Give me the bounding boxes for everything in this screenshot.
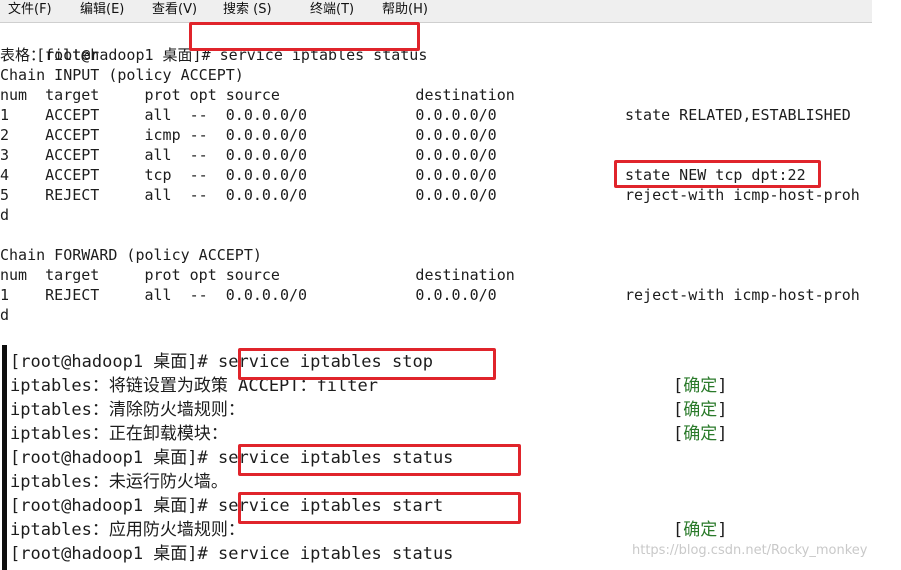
forward-row-1-extra: reject-with icmp-host-proh	[625, 286, 860, 304]
ok-status: [确定]	[673, 424, 728, 444]
shell-prompt: [root@hadoop1 桌面]#	[10, 352, 208, 372]
menu-terminal[interactable]: 终端(T)	[310, 2, 354, 18]
forward-row-1: 1 REJECT all -- 0.0.0.0/0 0.0.0.0/0	[0, 286, 497, 304]
ok-status: [确定]	[673, 520, 728, 540]
highlight-status-command	[189, 22, 420, 51]
menu-search[interactable]: 搜索 (S)	[223, 2, 272, 18]
highlight-status-command-2	[238, 444, 521, 476]
table-line: 表格：filter	[0, 46, 100, 64]
menu-bar: 文件(F) 编辑(E) 查看(V) 搜索 (S) 终端(T) 帮助(H)	[0, 0, 872, 23]
rule-row-5: 5 REJECT all -- 0.0.0.0/0 0.0.0.0/0	[0, 186, 497, 204]
rule-row-1: 1 ACCEPT all -- 0.0.0.0/0 0.0.0.0/0	[0, 106, 497, 124]
highlight-start-command	[238, 492, 521, 524]
wrap-line: d	[0, 206, 10, 224]
output-line: iptables：正在卸载模块：	[10, 424, 228, 444]
output-line: iptables：清除防火墙规则：	[10, 400, 245, 420]
command-text: service iptables status	[218, 544, 454, 564]
highlight-stop-command	[238, 348, 496, 380]
table-header: num target prot opt source destination	[0, 86, 515, 104]
menu-help[interactable]: 帮助(H)	[382, 2, 428, 18]
rule-row-4: 4 ACCEPT tcp -- 0.0.0.0/0 0.0.0.0/0	[0, 166, 497, 184]
prompt-line: [root@hadoop1 桌面]# service iptables stat…	[10, 542, 453, 566]
ok-status: [确定]	[673, 376, 728, 396]
rule-row-5-extra: reject-with icmp-host-proh	[625, 186, 860, 204]
menu-edit[interactable]: 编辑(E)	[80, 2, 124, 18]
highlight-dpt22	[614, 160, 821, 188]
shell-prompt: [root@hadoop1 桌面]#	[10, 448, 208, 468]
table-header-2: num target prot opt source destination	[0, 266, 515, 284]
chain-forward-line: Chain FORWARD (policy ACCEPT)	[0, 246, 262, 264]
output-line: iptables：应用防火墙规则：	[10, 520, 245, 540]
shell-prompt: [root@hadoop1 桌面]#	[10, 496, 208, 516]
menu-view[interactable]: 查看(V)	[152, 2, 197, 18]
output-line: iptables：未运行防火墙。	[10, 472, 228, 492]
rule-row-2: 2 ACCEPT icmp -- 0.0.0.0/0 0.0.0.0/0	[0, 126, 497, 144]
wrap-line-2: d	[0, 306, 10, 324]
menu-file[interactable]: 文件(F)	[8, 2, 52, 18]
rule-row-3: 3 ACCEPT all -- 0.0.0.0/0 0.0.0.0/0	[0, 146, 497, 164]
watermark: https://blog.csdn.net/Rocky_monkey	[632, 543, 868, 558]
chain-input-line: Chain INPUT (policy ACCEPT)	[0, 66, 244, 84]
rule-row-1-extra: state RELATED,ESTABLISHED	[625, 106, 851, 124]
ok-status: [确定]	[673, 400, 728, 420]
shell-prompt: [root@hadoop1 桌面]#	[10, 544, 208, 564]
